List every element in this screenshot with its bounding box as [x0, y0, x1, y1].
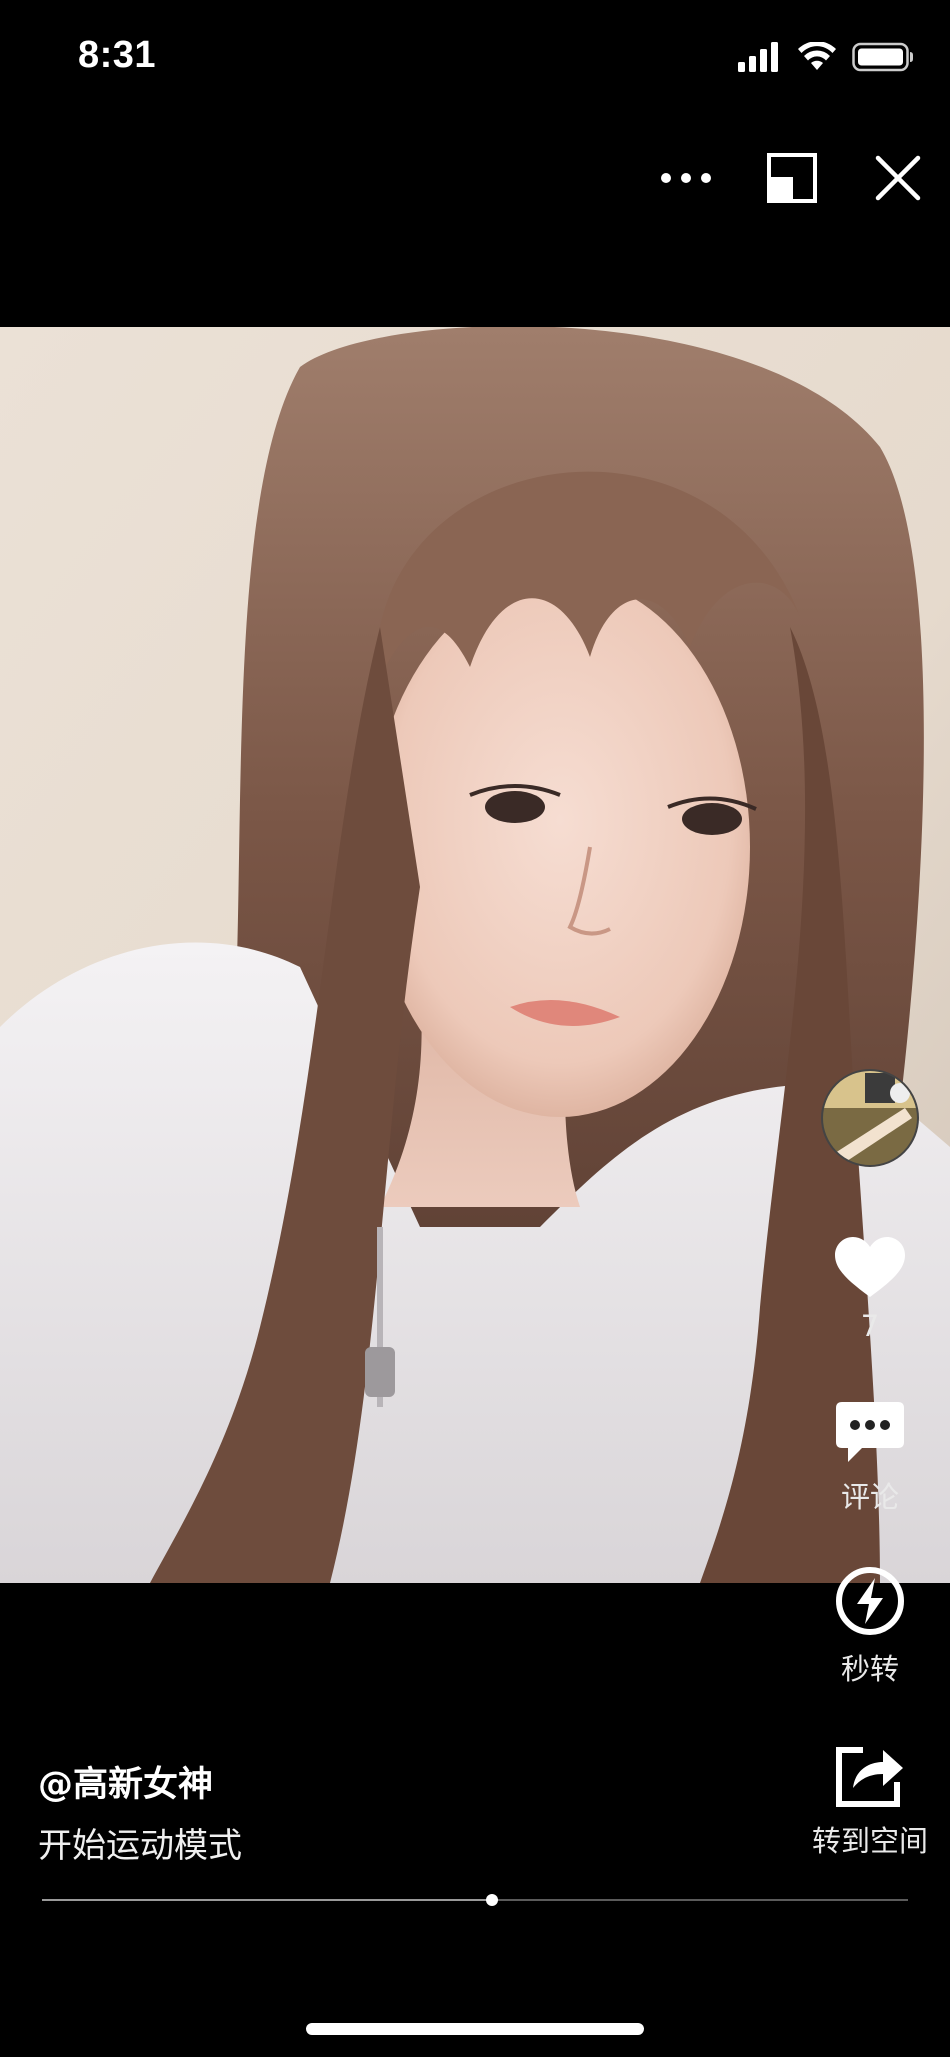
share-to-space-button[interactable]: 转到空间	[808, 1742, 932, 1860]
comment-button[interactable]: 评论	[808, 1402, 932, 1516]
quick-share-label: 秒转	[840, 1652, 899, 1686]
share-icon	[835, 1742, 905, 1812]
signal-icon	[738, 42, 782, 76]
home-indicator	[306, 2023, 644, 2035]
heart-icon	[835, 1237, 905, 1303]
share-to-space-label: 转到空间	[811, 1824, 928, 1858]
like-count: 7	[860, 1309, 880, 1343]
status-time: 8:31	[78, 34, 157, 76]
lightning-icon	[835, 1566, 905, 1640]
more-icon[interactable]	[658, 150, 714, 206]
music-avatar[interactable]	[808, 1068, 932, 1168]
progress-knob[interactable]	[486, 1894, 499, 1906]
progress-fill	[42, 1899, 493, 1901]
progress-bar[interactable]	[42, 1894, 908, 1906]
comment-label: 评论	[840, 1480, 899, 1514]
music-disc-icon	[821, 1069, 919, 1167]
post-caption: 开始运动模式	[38, 1826, 242, 1866]
action-column: 7 评论 秒转 转到空间	[808, 0, 932, 2057]
like-button[interactable]: 7	[808, 1237, 932, 1343]
quick-share-button[interactable]: 秒转	[808, 1566, 932, 1688]
author-name[interactable]: @高新女神	[38, 1756, 213, 1807]
comment-icon	[836, 1402, 904, 1468]
